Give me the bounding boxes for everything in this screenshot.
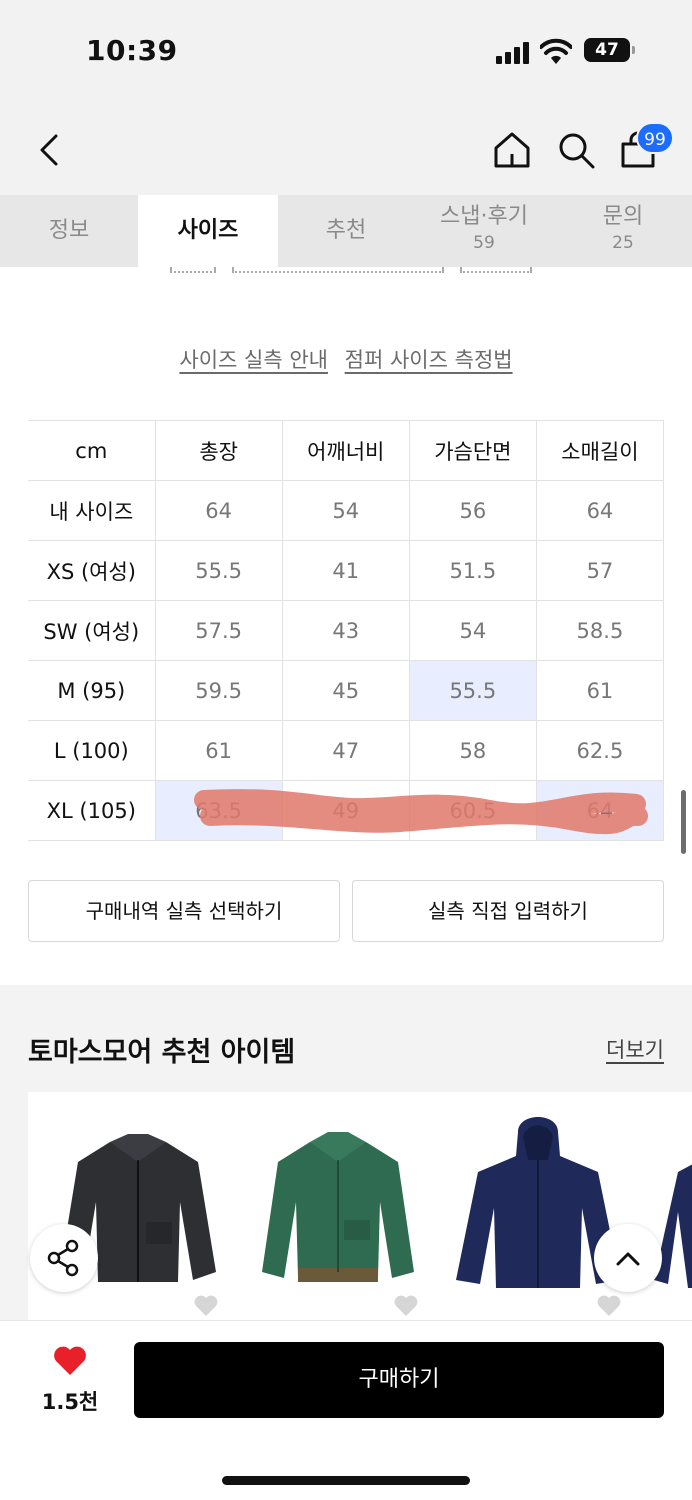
chevron-up-icon [616, 1252, 640, 1266]
table-header: 가슴단면 [408, 420, 537, 481]
row-label: M (95) [28, 660, 156, 721]
search-icon[interactable] [556, 130, 596, 170]
wishlist-heart-icon[interactable] [393, 1294, 419, 1318]
table-row: XS (여성) 55.5 41 51.5 57 [28, 540, 665, 601]
table-header: 총장 [154, 420, 283, 481]
table-cell: 54 [281, 480, 410, 541]
tab-label: 문의 [602, 204, 644, 229]
wifi-icon [540, 38, 572, 64]
table-cell-highlighted: 63.5 [154, 780, 283, 841]
table-cell: 51.5 [408, 540, 537, 601]
size-graphic-remnant [0, 267, 692, 277]
status-bar: 10:39 47 [0, 0, 692, 100]
tab-info[interactable]: 정보 [0, 195, 138, 267]
table-cell-highlighted: 64 [535, 780, 665, 841]
table-row: SW (여성) 57.5 43 54 58.5 [28, 600, 665, 661]
table-cell: 41 [281, 540, 410, 601]
top-nav [0, 100, 692, 195]
table-header-row: cm 총장 어깨너비 가슴단면 소매길이 [28, 420, 665, 481]
purchase-history-measure-button[interactable]: 구매내역 실측 선택하기 [28, 880, 340, 942]
measure-guide-link[interactable]: 점퍼 사이즈 측정법 [345, 348, 513, 372]
product-tabs: 정보 사이즈 추천 스냅·후기 59 문의 25 [0, 195, 692, 267]
table-cell: 58.5 [535, 600, 665, 661]
buy-button[interactable]: 구매하기 [134, 1342, 664, 1418]
table-cell: 55.5 [154, 540, 283, 601]
share-button[interactable] [30, 1224, 98, 1292]
table-row: M (95) 59.5 45 55.5 61 [28, 660, 665, 721]
row-label: L (100) [28, 720, 156, 781]
battery-tip [632, 46, 635, 54]
wishlist-heart-icon[interactable] [193, 1294, 219, 1318]
direct-input-measure-button[interactable]: 실측 직접 입력하기 [352, 880, 664, 942]
table-cell: 61 [535, 660, 665, 721]
scroll-to-top-button[interactable] [594, 1224, 662, 1292]
cellular-signal-icon [496, 42, 532, 64]
tab-size[interactable]: 사이즈 [138, 195, 278, 267]
table-cell: 57 [535, 540, 665, 601]
battery-icon: 47 [584, 38, 630, 62]
cart-count-badge: 99 [636, 122, 674, 154]
table-cell: 61 [154, 720, 283, 781]
back-arrow-icon[interactable] [34, 130, 66, 170]
table-cell: 56 [408, 480, 537, 541]
tab-label: 추천 [325, 218, 367, 243]
tab-label: 정보 [48, 218, 90, 243]
tab-recommend[interactable]: 추천 [278, 195, 414, 267]
tab-inquiry[interactable]: 문의 25 [554, 195, 692, 267]
table-row: XL (105) 63.5 49 60.5 64 [28, 780, 665, 841]
row-label: SW (여성) [28, 600, 156, 661]
table-cell: 64 [154, 480, 283, 541]
battery-level: 47 [595, 40, 619, 60]
table-cell: 47 [281, 720, 410, 781]
table-header: 소매길이 [535, 420, 665, 481]
size-guide-link[interactable]: 사이즈 실측 안내 [179, 348, 328, 372]
row-label: 내 사이즈 [28, 480, 156, 541]
table-header: cm [28, 420, 156, 481]
recommend-title: 토마스모어 추천 아이템 [28, 1037, 296, 1068]
table-row: 내 사이즈 64 54 56 64 [28, 480, 665, 541]
row-label: XL (105) [28, 780, 156, 841]
like-heart-icon[interactable] [52, 1345, 88, 1377]
table-row: L (100) 61 47 58 62.5 [28, 720, 665, 781]
table-header: 어깨너비 [281, 420, 410, 481]
product-image-green-jacket[interactable] [248, 1112, 428, 1292]
scrollbar[interactable] [681, 790, 686, 854]
table-cell: 43 [281, 600, 410, 661]
table-cell: 64 [535, 480, 665, 541]
home-icon[interactable] [492, 130, 532, 170]
table-cell: 59.5 [154, 660, 283, 721]
tab-label: 사이즈 [177, 218, 239, 243]
wishlist-heart-icon[interactable] [596, 1294, 622, 1318]
tab-count: 59 [473, 233, 495, 253]
size-guide-links: 사이즈 실측 안내 점퍼 사이즈 측정법 [0, 344, 692, 374]
share-icon [47, 1239, 79, 1277]
more-link[interactable]: 더보기 [606, 1034, 664, 1064]
table-cell-highlighted: 55.5 [408, 660, 537, 721]
recommend-carousel[interactable] [28, 1092, 692, 1322]
table-cell: 49 [281, 780, 410, 841]
table-cell: 45 [281, 660, 410, 721]
like-count: 1.5천 [41, 1390, 99, 1414]
row-label: XS (여성) [28, 540, 156, 601]
home-indicator [222, 1476, 470, 1485]
table-cell: 62.5 [535, 720, 665, 781]
table-cell: 57.5 [154, 600, 283, 661]
table-cell: 54 [408, 600, 537, 661]
clock: 10:39 [86, 34, 178, 67]
table-cell: 60.5 [408, 780, 537, 841]
tab-snap-review[interactable]: 스냅·후기 59 [414, 195, 554, 267]
tab-label: 스냅·후기 [440, 204, 528, 229]
size-table: cm 총장 어깨너비 가슴단면 소매길이 내 사이즈 64 54 56 64 X… [28, 420, 665, 841]
table-cell: 58 [408, 720, 537, 781]
tab-count: 25 [612, 233, 634, 253]
